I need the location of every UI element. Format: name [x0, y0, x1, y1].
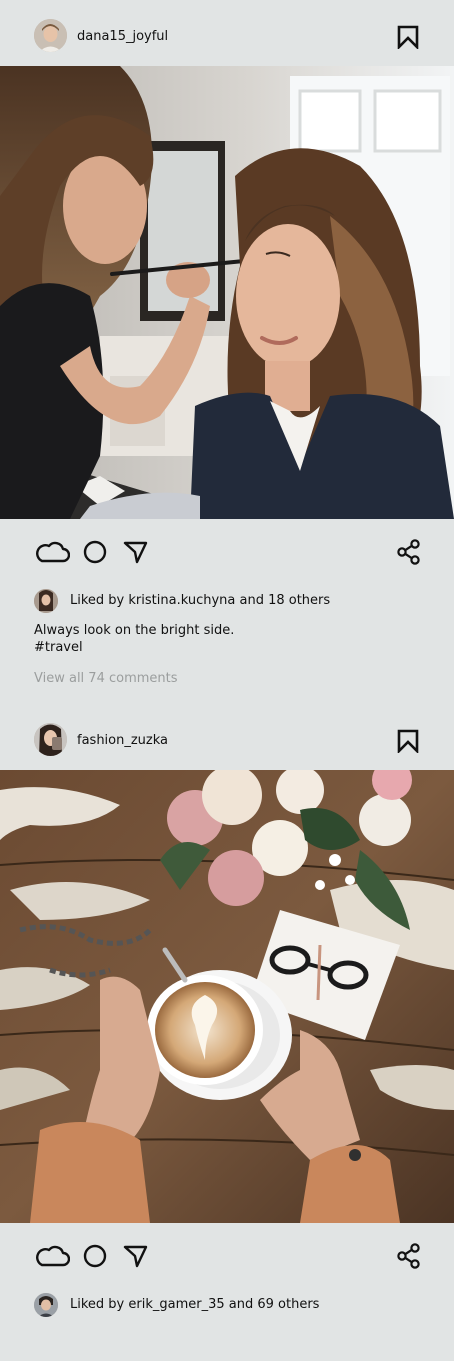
likes-prefix: Liked by: [70, 1297, 129, 1312]
share-icon[interactable]: [396, 539, 421, 565]
post-actions: [0, 1223, 454, 1283]
feed: dana15_joyful Liked by kristina.kuchyna …: [0, 0, 454, 1361]
circle-icon[interactable]: [83, 540, 107, 564]
avatar[interactable]: [34, 723, 67, 756]
bookmark-icon[interactable]: [397, 729, 419, 753]
liker-username[interactable]: kristina.kuchyna: [128, 593, 235, 608]
likes-summary: Liked by erik_gamer_35 and 69 others: [0, 1291, 454, 1319]
avatar[interactable]: [34, 19, 67, 52]
post-username[interactable]: fashion_zuzka: [77, 733, 168, 749]
liker-avatar[interactable]: [34, 1293, 58, 1317]
view-comments-link[interactable]: View all 74 comments: [34, 671, 178, 687]
paper-plane-icon[interactable]: [123, 540, 148, 564]
post-username[interactable]: dana15_joyful: [77, 29, 168, 45]
post-header: fashion_zuzka: [0, 706, 454, 772]
makeup-photo: [0, 66, 454, 519]
post-caption: Always look on the bright side. #travel: [34, 622, 234, 656]
liker-username[interactable]: erik_gamer_35: [128, 1297, 224, 1312]
post-actions: [0, 519, 454, 579]
liker-avatar[interactable]: [34, 589, 58, 613]
post-photo[interactable]: [0, 770, 454, 1223]
likes-prefix: Liked by: [70, 593, 129, 608]
post-header: dana15_joyful: [0, 0, 454, 66]
bookmark-icon[interactable]: [397, 25, 419, 49]
latte-photo: [0, 770, 454, 1223]
likes-others[interactable]: and 18 others: [235, 593, 330, 608]
likes-others[interactable]: and 69 others: [225, 1297, 320, 1312]
paper-plane-icon[interactable]: [123, 1244, 148, 1268]
share-icon[interactable]: [396, 1243, 421, 1269]
likes-summary: Liked by kristina.kuchyna and 18 others: [0, 587, 454, 615]
cloud-icon[interactable]: [34, 1245, 70, 1267]
circle-icon[interactable]: [83, 1244, 107, 1268]
cloud-icon[interactable]: [34, 541, 70, 563]
hashtag-link[interactable]: #travel: [34, 639, 234, 656]
post-photo[interactable]: [0, 66, 454, 519]
caption-text: Always look on the bright side.: [34, 623, 235, 638]
